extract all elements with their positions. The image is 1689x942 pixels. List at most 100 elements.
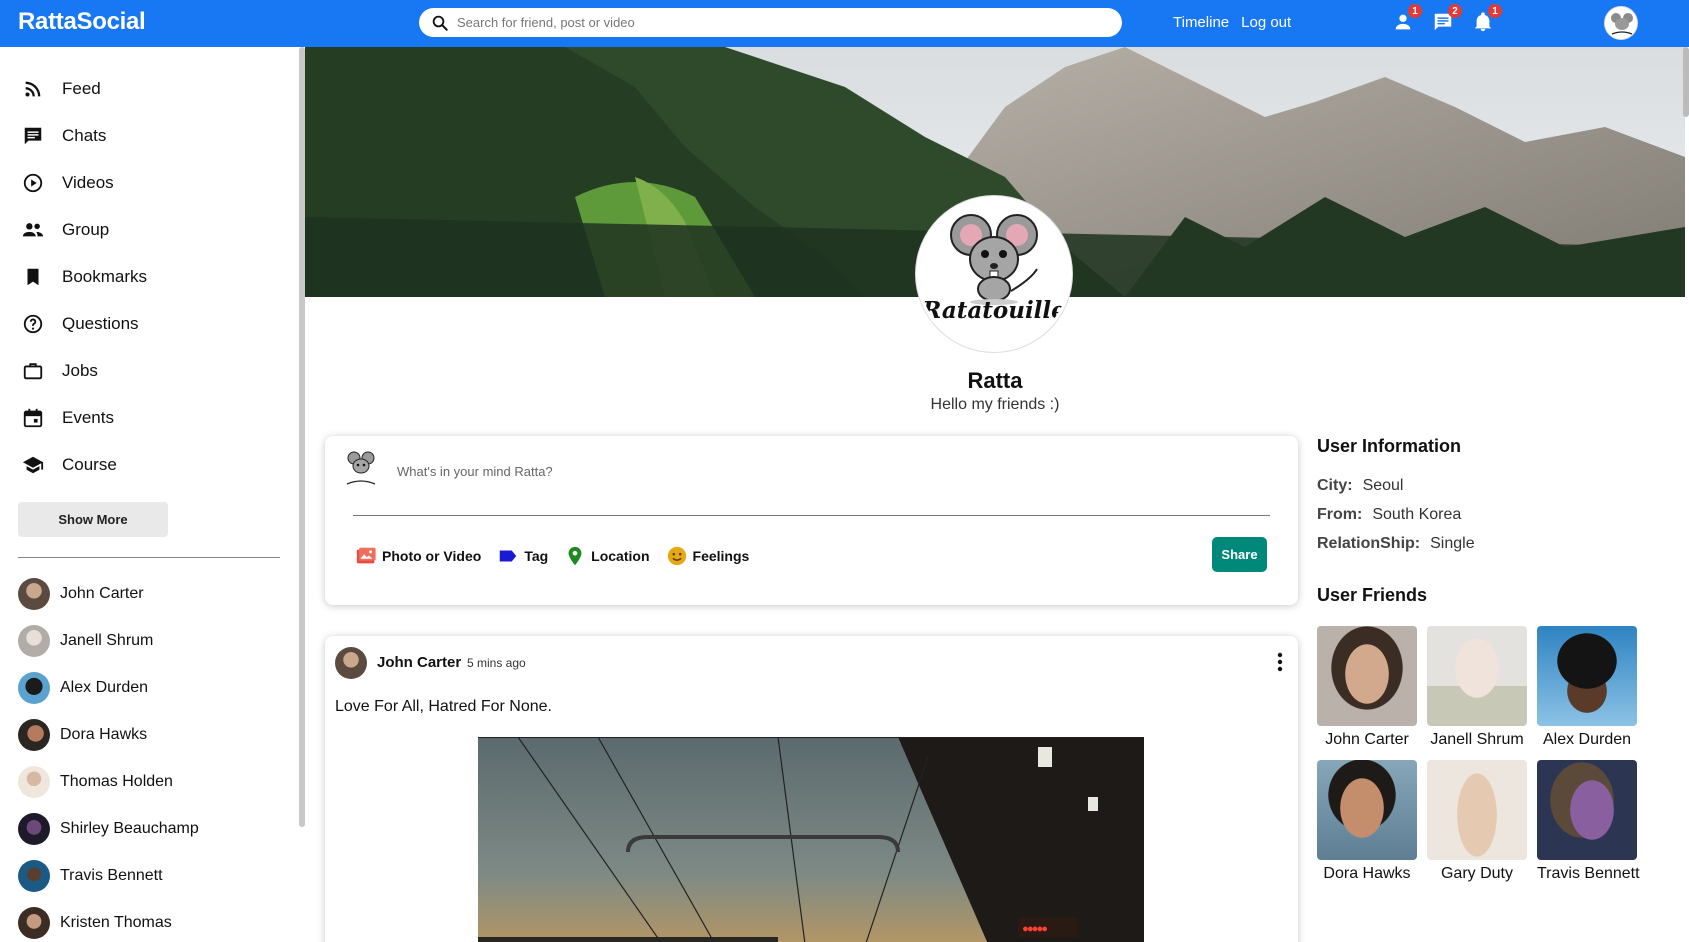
user-friend-alex-durden[interactable]: Alex Durden (1537, 626, 1637, 749)
user-avatar[interactable] (1604, 6, 1638, 40)
top-links: Timeline Log out (1173, 14, 1291, 31)
play-circle-icon (23, 173, 43, 192)
friend-item-travis-bennett[interactable]: Travis Bennett (18, 852, 300, 899)
sidebar-item-questions[interactable]: Questions (22, 300, 300, 347)
chat-icon (24, 127, 42, 144)
bookmark-icon (27, 268, 39, 285)
friends-list: John Carter Janell Shrum Alex Durden Dor… (0, 558, 300, 942)
sidebar-item-chats[interactable]: Chats (22, 112, 300, 159)
sidebar: Feed Chats Videos Group Bookmarks Questi… (0, 47, 300, 942)
share-options: Photo or Video Tag Location Feelings (355, 545, 749, 567)
more-vert-icon (1277, 652, 1283, 672)
post-input[interactable] (397, 464, 1197, 479)
friend-item-thomas-holden[interactable]: Thomas Holden (18, 758, 300, 805)
notification-badge: 1 (1488, 4, 1502, 18)
friend-name: Gary Duty (1440, 865, 1513, 882)
friend-item-alex-durden[interactable]: Alex Durden (18, 664, 300, 711)
search-icon (432, 15, 448, 31)
tag-option[interactable]: Tag (497, 545, 548, 567)
user-friends-title: User Friends (1317, 585, 1428, 605)
profile-bio: Hello my friends :) (930, 396, 1060, 413)
friend-item-john-carter[interactable]: John Carter (18, 570, 300, 617)
avatar[interactable] (335, 647, 367, 679)
info-label: City: (1317, 477, 1353, 494)
friend-name: Dora Hawks (1323, 865, 1411, 882)
show-more-button[interactable]: Show More (18, 502, 168, 537)
messages-button[interactable]: 2 (1430, 4, 1462, 35)
friend-name: Travis Bennett (60, 866, 163, 884)
friend-name: John Carter (60, 584, 144, 602)
sidebar-item-group[interactable]: Group (22, 206, 300, 253)
page-scrollbar[interactable] (1683, 47, 1689, 117)
search-input[interactable] (457, 15, 1097, 30)
friend-name: Travis Bennett (1537, 865, 1640, 882)
rss-feed-icon (25, 81, 41, 97)
feelings-option[interactable]: Feelings (666, 545, 750, 567)
share-card: Photo or Video Tag Location Feelings Sha… (325, 436, 1298, 605)
friend-requests-button[interactable]: 1 (1390, 4, 1422, 35)
avatar (18, 624, 50, 657)
user-friend-john-carter[interactable]: John Carter (1317, 626, 1417, 749)
logout-link[interactable]: Log out (1241, 14, 1291, 31)
avatar (18, 671, 50, 704)
help-circle-icon (23, 314, 43, 333)
friend-item-janell-shrum[interactable]: Janell Shrum (18, 617, 300, 664)
profile-picture[interactable]: Ratatouille (916, 196, 1072, 352)
friend-item-shirley-beauchamp[interactable]: Shirley Beauchamp (18, 805, 300, 852)
notifications-button[interactable]: 1 (1470, 4, 1502, 35)
user-friend-gary-duty[interactable]: Gary Duty (1427, 760, 1527, 883)
sidebar-item-label: Group (62, 219, 110, 239)
share-button[interactable]: Share (1212, 537, 1267, 572)
avatar (18, 812, 50, 845)
user-friend-travis-bennett[interactable]: Travis Bennett (1537, 760, 1640, 883)
top-icons: 1 2 1 (1390, 4, 1502, 35)
avatar (18, 906, 50, 939)
friend-name: Janell Shrum (60, 631, 154, 649)
friend-item-dora-hawks[interactable]: Dora Hawks (18, 711, 300, 758)
sidebar-item-events[interactable]: Events (22, 394, 300, 441)
friend-name: Alex Durden (1542, 731, 1632, 748)
sidebar-item-course[interactable]: Course (22, 441, 300, 488)
search-bar[interactable] (419, 8, 1122, 37)
svg-text:●●●●●: ●●●●● (1023, 924, 1047, 933)
sidebar-item-label: Jobs (62, 360, 98, 380)
rat-logo-icon (950, 214, 1038, 305)
location-option[interactable]: Location (564, 545, 650, 567)
sidebar-item-label: Course (62, 454, 117, 474)
sidebar-item-jobs[interactable]: Jobs (22, 347, 300, 394)
timeline-link[interactable]: Timeline (1173, 14, 1229, 31)
app-logo[interactable]: RattaSocial (18, 8, 146, 36)
more-options-button[interactable] (1270, 650, 1290, 674)
post-image[interactable]: ●●●●● (478, 737, 1144, 942)
user-friend-janell-shrum[interactable]: Janell Shrum (1427, 626, 1527, 749)
sidebar-item-videos[interactable]: Videos (22, 159, 300, 206)
avatar (18, 718, 50, 751)
friend-name: Shirley Beauchamp (60, 819, 199, 837)
sidebar-item-label: Feed (62, 78, 101, 98)
user-friend-dora-hawks[interactable]: Dora Hawks (1317, 760, 1417, 883)
group-icon (22, 222, 44, 236)
info-row-from: From: South Korea (1317, 506, 1461, 524)
avatar (18, 577, 50, 610)
post-author[interactable]: John Carter (377, 654, 461, 671)
avatar (18, 765, 50, 798)
friend-photo (1537, 760, 1637, 860)
info-row-relationship: RelationShip: Single (1317, 535, 1475, 553)
option-label: Photo or Video (382, 548, 482, 564)
sidebar-item-bookmarks[interactable]: Bookmarks (22, 253, 300, 300)
friend-item-kristen-thomas[interactable]: Kristen Thomas (18, 899, 300, 942)
info-row-city: City: Seoul (1317, 477, 1403, 495)
sidebar-item-label: Bookmarks (62, 266, 148, 286)
option-label: Feelings (692, 548, 750, 564)
photo-video-option[interactable]: Photo or Video (355, 545, 481, 567)
friend-name: Dora Hawks (60, 725, 148, 743)
post-text: Love For All, Hatred For None. (335, 698, 552, 715)
post-timestamp: 5 mins ago (467, 656, 526, 670)
sidebar-item-feed[interactable]: Feed (22, 65, 300, 112)
avatar (18, 859, 50, 892)
post-card: John Carter 5 mins ago Love For All, Hat… (325, 636, 1298, 942)
info-label: RelationShip: (1317, 535, 1421, 552)
info-label: From: (1317, 506, 1363, 523)
label-icon (500, 550, 517, 562)
work-icon (23, 362, 43, 379)
